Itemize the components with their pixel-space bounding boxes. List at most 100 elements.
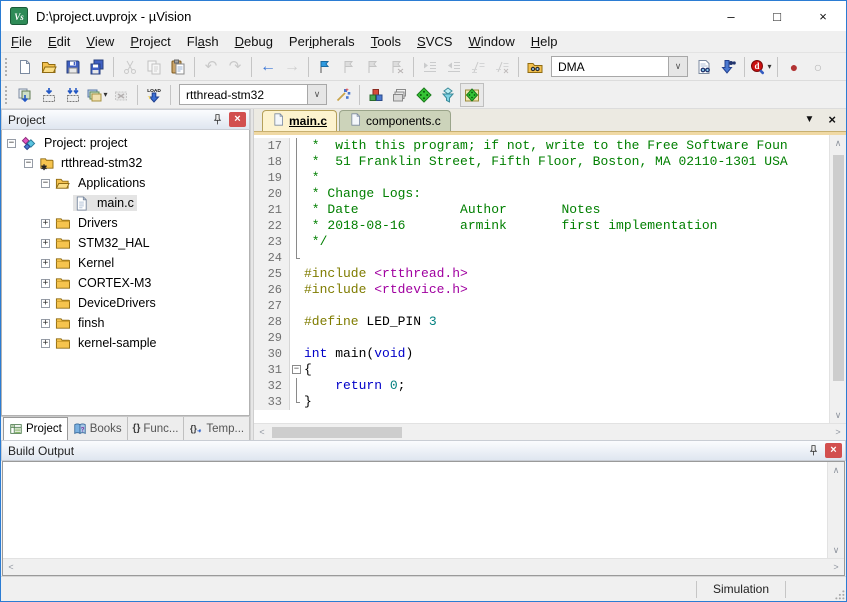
insert-remove-breakpoint-button[interactable]: ● [782, 55, 806, 79]
find-combo-value[interactable]: DMA [552, 60, 668, 74]
scroll-track[interactable] [830, 151, 846, 407]
resize-grip[interactable] [828, 577, 846, 601]
menu-tools[interactable]: Tools [363, 32, 409, 51]
close-editor-icon[interactable]: × [828, 112, 836, 127]
toolbar-grip[interactable] [5, 58, 9, 76]
scroll-down-icon[interactable]: ∨ [830, 407, 846, 423]
toolbar-grip[interactable] [5, 86, 9, 104]
fold-margin[interactable] [290, 138, 304, 154]
open-file-button[interactable] [37, 55, 61, 79]
close-button[interactable]: × [800, 1, 846, 31]
menu-debug[interactable]: Debug [227, 32, 281, 51]
expand-icon[interactable]: + [41, 219, 50, 228]
enable-disable-breakpoint-button[interactable]: ○ [806, 55, 830, 79]
menu-project[interactable]: Project [122, 32, 178, 51]
maximize-button[interactable]: □ [754, 1, 800, 31]
scroll-down-icon[interactable]: ∨ [828, 542, 844, 558]
collapse-icon[interactable]: − [292, 365, 301, 374]
code-editor[interactable]: 17 * with this program; if not, write to… [254, 135, 829, 423]
menu-peripherals[interactable]: Peripherals [281, 32, 363, 51]
new-file-button[interactable] [13, 55, 37, 79]
scroll-right-icon[interactable]: > [828, 559, 844, 575]
fold-margin[interactable] [290, 282, 304, 298]
tree-item-kernel[interactable]: +Kernel [2, 253, 249, 273]
fold-margin[interactable]: − [290, 362, 304, 378]
panel-tab-func[interactable]: {}Func... [128, 417, 185, 440]
fold-margin[interactable] [290, 218, 304, 234]
tab-components-c[interactable]: components.c [339, 110, 451, 131]
collapse-icon[interactable]: − [24, 159, 33, 168]
expand-icon[interactable]: + [41, 239, 50, 248]
scroll-left-icon[interactable]: < [254, 424, 270, 440]
expand-icon[interactable]: + [41, 299, 50, 308]
manage-project-items-button[interactable] [364, 83, 388, 107]
expand-icon[interactable]: + [41, 339, 50, 348]
menu-help[interactable]: Help [523, 32, 566, 51]
fold-margin[interactable] [290, 202, 304, 218]
scroll-up-icon[interactable]: ∧ [828, 462, 844, 478]
batch-build-button[interactable]: ▾ [85, 83, 109, 107]
menu-window[interactable]: Window [460, 32, 522, 51]
fold-margin[interactable] [290, 346, 304, 362]
menu-file[interactable]: File [3, 32, 40, 51]
target-combo-dropdown-button[interactable]: ∨ [307, 85, 326, 104]
tree-item-project-project[interactable]: −Project: project [2, 133, 249, 153]
menu-flash[interactable]: Flash [179, 32, 227, 51]
pin-icon[interactable] [208, 111, 226, 128]
close-build-output-button[interactable]: × [825, 443, 842, 458]
tree-item-devicedrivers[interactable]: +DeviceDrivers [2, 293, 249, 313]
tree-item-rtthread-stm32[interactable]: −✱rtthread-stm32 [2, 153, 249, 173]
tree-item-main-c[interactable]: main.c [2, 193, 249, 213]
debug-restore-views-button[interactable]: d▾ [749, 55, 773, 79]
scroll-left-icon[interactable]: < [3, 559, 19, 575]
expand-icon[interactable]: + [41, 319, 50, 328]
fold-margin[interactable] [290, 250, 304, 266]
build-target-button[interactable] [37, 83, 61, 107]
build-output-vertical-scrollbar[interactable]: ∧ ∨ [827, 462, 844, 558]
scroll-thumb[interactable] [833, 155, 844, 381]
fold-margin[interactable] [290, 234, 304, 250]
editor-vertical-scrollbar[interactable]: ∧ ∨ [829, 135, 846, 423]
menu-svcs[interactable]: SVCS [409, 32, 460, 51]
find-in-files-button[interactable] [523, 55, 547, 79]
fold-margin[interactable] [290, 170, 304, 186]
manage-runtime-environment-button[interactable] [412, 83, 436, 107]
document-list-icon[interactable]: ▼ [805, 114, 815, 125]
expand-icon[interactable]: + [41, 279, 50, 288]
tree-item-stm32-hal[interactable]: +STM32_HAL [2, 233, 249, 253]
tree-item-applications[interactable]: −Applications [2, 173, 249, 193]
pin-icon[interactable] [804, 442, 822, 459]
fold-margin[interactable] [290, 394, 304, 410]
panel-tab-project[interactable]: Project [3, 417, 68, 440]
save-all-button[interactable] [85, 55, 109, 79]
menu-view[interactable]: View [78, 32, 122, 51]
incremental-find-button[interactable] [716, 55, 740, 79]
configuration-wizard-button[interactable] [436, 83, 460, 107]
collapse-icon[interactable]: − [7, 139, 16, 148]
tree-item-kernel-sample[interactable]: +kernel-sample [2, 333, 249, 353]
target-combo-value[interactable]: rtthread-stm32 [180, 88, 307, 102]
build-output-horizontal-scrollbar[interactable]: < > [3, 558, 844, 575]
fold-margin[interactable] [290, 266, 304, 282]
fold-margin[interactable] [290, 330, 304, 346]
fold-margin[interactable] [290, 378, 304, 394]
scroll-track[interactable] [828, 478, 844, 542]
panel-tab-temp[interactable]: {}Temp... [184, 417, 250, 440]
scroll-thumb[interactable] [272, 427, 402, 438]
save-button[interactable] [61, 55, 85, 79]
find-combo-dropdown-button[interactable]: ∨ [668, 57, 687, 76]
fold-margin[interactable] [290, 154, 304, 170]
tree-item-finsh[interactable]: +finsh [2, 313, 249, 333]
minimize-button[interactable]: – [708, 1, 754, 31]
panel-tab-books[interactable]: ?Books [68, 417, 128, 440]
download-to-flash-button[interactable]: LOAD [142, 83, 166, 107]
paste-button[interactable] [166, 55, 190, 79]
collapse-icon[interactable]: − [41, 179, 50, 188]
options-for-target-button[interactable] [331, 83, 355, 107]
translate-file-button[interactable] [13, 83, 37, 107]
close-project-panel-button[interactable]: × [229, 112, 246, 127]
navigate-back-button[interactable]: ← [256, 55, 280, 79]
pack-installer-button[interactable] [460, 83, 484, 107]
menu-edit[interactable]: Edit [40, 32, 78, 51]
find-in-files-dialog-button[interactable] [692, 55, 716, 79]
